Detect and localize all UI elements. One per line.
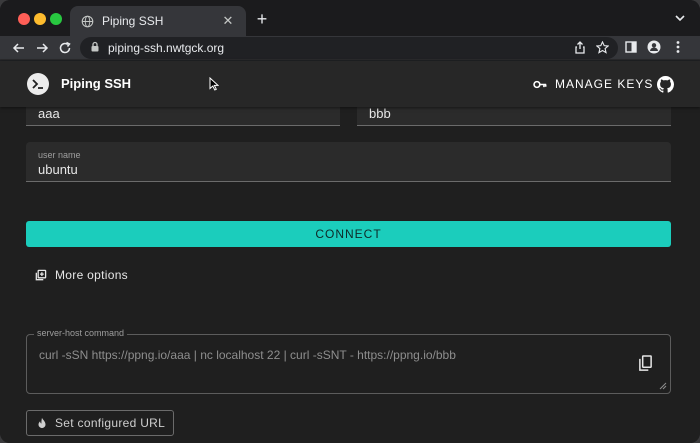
server-outbox-field[interactable]: bbb: [357, 107, 671, 126]
fire-icon: [37, 417, 47, 429]
minimize-window-button[interactable]: [34, 13, 46, 25]
lock-icon: [90, 39, 100, 57]
browser-toolbar: piping-ssh.nwtgck.org: [0, 36, 700, 60]
reload-icon: [59, 41, 71, 54]
arrow-left-icon: [12, 43, 24, 53]
tab-piping-ssh[interactable]: Piping SSH ✕: [70, 6, 246, 36]
set-configured-url-button[interactable]: Set configured URL: [26, 410, 174, 436]
side-panel-icon: [625, 41, 637, 53]
server-host-command-label: server-host command: [34, 328, 128, 338]
server-host-command-text[interactable]: curl -sSN https://ppng.io/aaa | nc local…: [39, 348, 456, 362]
back-button[interactable]: [10, 39, 28, 57]
key-icon: [533, 80, 547, 89]
profile-icon: [647, 40, 661, 54]
kebab-menu-icon: [676, 41, 680, 53]
connect-button[interactable]: CONNECT: [26, 221, 671, 247]
bookmark-button[interactable]: [594, 39, 610, 55]
github-icon[interactable]: [656, 75, 674, 93]
star-icon: [595, 40, 609, 54]
arrow-right-icon: [37, 43, 49, 53]
address-bar[interactable]: piping-ssh.nwtgck.org: [80, 37, 618, 59]
resize-handle-icon[interactable]: [659, 382, 667, 390]
server-inbox-field[interactable]: aaa: [26, 107, 340, 126]
reload-button[interactable]: [56, 39, 74, 57]
main-content: aaa bbb user name ubuntu CONNECT More op…: [0, 107, 700, 443]
profile-button[interactable]: [646, 39, 662, 55]
tab-close-icon[interactable]: ✕: [220, 13, 236, 29]
share-icon: [575, 40, 585, 54]
copy-icon[interactable]: [636, 353, 654, 373]
set-configured-url-label: Set configured URL: [55, 416, 166, 430]
user-name-label: user name: [38, 150, 81, 160]
new-tab-button[interactable]: +: [252, 9, 272, 29]
more-options-button[interactable]: More options: [34, 266, 128, 284]
mouse-cursor-icon: [209, 76, 220, 96]
server-host-command-textarea[interactable]: curl -sSN https://ppng.io/aaa | nc local…: [26, 334, 671, 394]
more-options-label: More options: [55, 268, 128, 282]
library-add-icon: [34, 269, 47, 282]
url-text: piping-ssh.nwtgck.org: [108, 41, 225, 55]
maximize-window-button[interactable]: [50, 13, 62, 25]
browser-window: Piping SSH ✕ + piping-ssh.nwtgck.org Pip…: [0, 0, 700, 443]
forward-button[interactable]: [33, 39, 51, 57]
chevron-down-icon: [675, 15, 685, 22]
share-button[interactable]: [572, 39, 588, 55]
server-outbox-value: bbb: [369, 107, 391, 121]
close-window-button[interactable]: [18, 13, 30, 25]
tab-search-button[interactable]: [672, 10, 688, 26]
globe-icon: [80, 14, 94, 28]
user-name-field[interactable]: user name ubuntu: [26, 142, 671, 182]
tab-strip: Piping SSH ✕ +: [0, 0, 700, 36]
manage-keys-label: MANAGE KEYS: [555, 77, 654, 91]
server-inbox-value: aaa: [38, 107, 60, 121]
app-bar: Piping SSH MANAGE KEYS: [0, 61, 700, 107]
user-name-value: ubuntu: [38, 162, 78, 177]
terminal-icon[interactable]: [27, 73, 49, 95]
app-title[interactable]: Piping SSH: [61, 76, 131, 91]
tab-title: Piping SSH: [102, 14, 164, 28]
side-panel-button[interactable]: [623, 39, 639, 55]
manage-keys-button[interactable]: MANAGE KEYS: [533, 73, 653, 95]
browser-menu-button[interactable]: [670, 39, 686, 55]
